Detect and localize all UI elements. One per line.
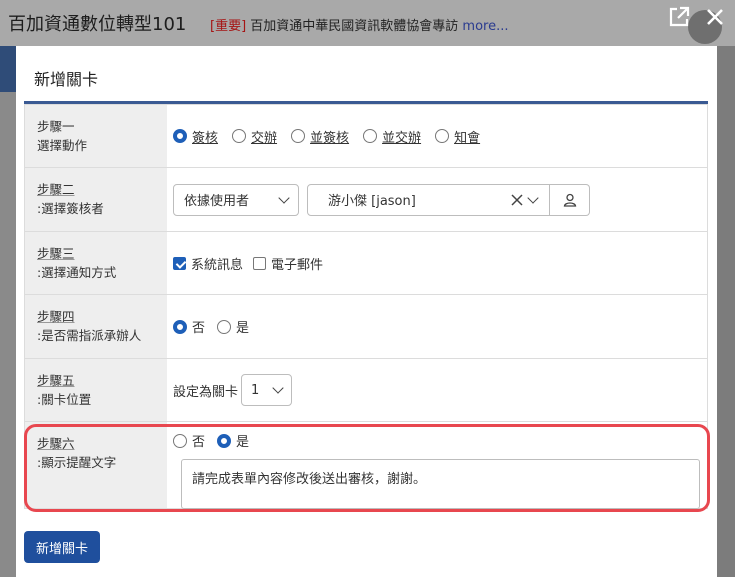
action-label-assign: 交辦 [251,130,278,146]
chevron-down-icon [272,382,284,394]
clear-icon[interactable] [511,193,523,206]
step2-row: 步驟二 :選擇簽核者 依據使用者 游小傑 [jason] [25,167,707,231]
step5-title: 步驟五 [37,373,75,388]
reminder-yes-radio[interactable]: 是 [217,431,249,450]
action-label-parallel-sign: 並簽核 [310,130,350,146]
action-label-sign: 簽核 [192,130,219,146]
step2-fields: 依據使用者 游小傑 [jason] [167,168,707,231]
dialog-title: 新增關卡 [34,70,99,89]
close-icon[interactable] [702,4,728,30]
step4-options: 否 是 [167,295,707,358]
step1-title: 步驟一 [37,119,75,134]
action-label-notify: 知會 [454,130,481,146]
action-radio-sign[interactable]: 簽核 [173,127,218,146]
assign-handler-yes-radio[interactable]: 是 [217,317,249,336]
step4-desc: :是否需指派承辦人 [37,328,142,343]
step3-row: 步驟三 :選擇通知方式 系統訊息 電子郵件 [25,231,707,294]
step5-fields: 設定為關卡 1 [167,359,707,421]
notify-email-label: 電子郵件 [271,257,324,273]
stage-position-label: 設定為關卡 [173,384,239,400]
approver-user-select[interactable]: 游小傑 [jason] [307,183,550,216]
assign-handler-no-label: 否 [192,321,206,336]
step2-title: 步驟二 [37,182,75,197]
action-radio-parallel-sign[interactable]: 並簽核 [291,127,349,146]
radio-checked-icon [173,129,187,143]
step1-label: 步驟一 選擇動作 [25,105,167,167]
radio-icon [435,129,450,143]
radio-checked-icon [217,433,232,448]
notice-text: 百加資通中華民國資訊軟體協會專訪 [246,19,463,34]
step3-options: 系統訊息 電子郵件 [167,232,707,294]
action-radio-assign[interactable]: 交辦 [232,127,277,146]
reminder-text-input[interactable]: 請完成表單內容修改後送出審核，謝謝。 [181,459,700,509]
step6-desc: :顯示提醒文字 [37,455,117,470]
step5-desc: :關卡位置 [37,392,92,407]
approver-mode-value: 依據使用者 [184,194,250,209]
step1-options: 簽核 交辦 並簽核 並交辦 知會 [167,105,707,167]
step6-label: 步驟六 :顯示提醒文字 [25,422,167,508]
assign-handler-no-radio[interactable]: 否 [173,317,205,336]
chevron-down-icon[interactable] [527,191,539,204]
step2-desc: :選擇簽核者 [37,201,104,216]
step3-label: 步驟三 :選擇通知方式 [25,232,167,294]
checkbox-icon [253,256,267,270]
user-icon [563,193,576,207]
step3-desc: :選擇通知方式 [37,265,117,280]
stage-position-value: 1 [251,382,260,398]
radio-icon [363,129,378,143]
step3-title: 步驟三 [37,246,75,261]
step5-label: 步驟五 :關卡位置 [25,359,167,421]
news-notice: [重要] 百加資通中華民國資訊軟體協會專訪 more... [210,15,509,34]
checkbox-checked-icon [173,256,186,270]
app-title: 百加資通數位轉型101 [8,14,187,35]
pick-user-button[interactable] [550,183,590,216]
approver-mode-select[interactable]: 依據使用者 [173,183,299,216]
reminder-yes-label: 是 [236,435,250,450]
notice-more-link[interactable]: more... [462,19,508,34]
stage-position-select[interactable]: 1 [241,374,293,406]
step6-title: 步驟六 [37,436,75,451]
step1-desc: 選擇動作 [37,138,88,153]
action-label-parallel-assign: 並交辦 [382,130,422,146]
stage-form: 步驟一 選擇動作 簽核 交辦 並簽核 並交辦 知會 步驟二 :選擇簽核者 依據使… [24,104,708,509]
add-stage-dialog: 新增關卡 步驟一 選擇動作 簽核 交辦 並簽核 並交辦 知會 步驟二:選擇簽核… [16,46,717,577]
open-external-icon[interactable] [666,4,692,30]
radio-icon [217,319,232,334]
assign-handler-yes-label: 是 [236,321,250,336]
action-radio-parallel-assign[interactable]: 並交辦 [363,127,421,146]
step5-row: 步驟五 :關卡位置 設定為關卡 1 [25,358,707,421]
approver-user-value: 游小傑 [jason] [328,194,416,209]
step1-row: 步驟一 選擇動作 簽核 交辦 並簽核 並交辦 知會 [25,104,707,167]
add-stage-button[interactable]: 新增關卡 [24,531,101,563]
notice-tag: [重要] [210,19,247,34]
step4-label: 步驟四 :是否需指派承辦人 [25,295,167,358]
action-radio-notify[interactable]: 知會 [435,127,480,146]
notify-system-label: 系統訊息 [191,257,244,273]
radio-icon [291,129,306,143]
page-backdrop [0,92,16,577]
page-scroll-backdrop [717,46,735,577]
chevron-down-icon [278,191,290,204]
reminder-no-radio[interactable]: 否 [173,431,205,450]
notify-email-checkbox[interactable]: 電子郵件 [253,254,323,273]
step4-title: 步驟四 [37,309,75,324]
step4-row: 步驟四 :是否需指派承辦人 否 是 [25,294,707,358]
radio-icon [232,129,247,143]
radio-checked-icon [173,319,187,334]
notify-system-checkbox[interactable]: 系統訊息 [173,254,243,273]
step2-label: 步驟二 :選擇簽核者 [25,168,167,231]
reminder-no-label: 否 [192,435,206,450]
radio-icon [173,433,187,448]
